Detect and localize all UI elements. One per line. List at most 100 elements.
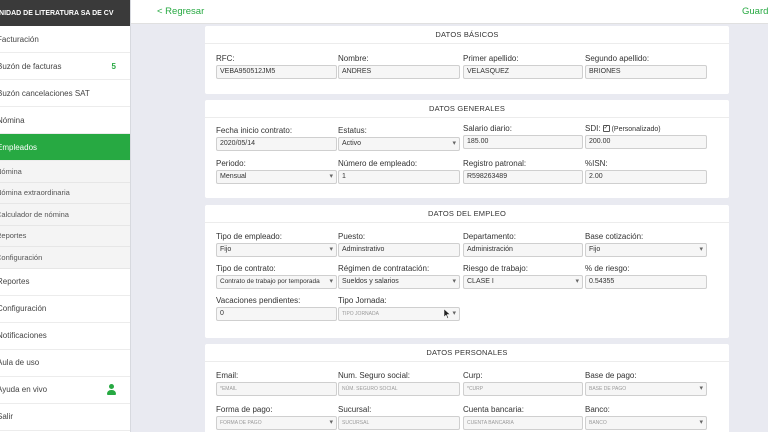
tipo-jornada-label: Tipo Jornada: — [338, 296, 387, 305]
forma-pago-select[interactable]: FORMA DE PAGO — [216, 416, 337, 430]
sidebar-item-label: Reportes — [0, 277, 30, 286]
departamento-field[interactable]: Administración — [463, 243, 583, 257]
puesto-label: Puesto: — [338, 232, 366, 241]
sidebar-item-buzon-cancelaciones[interactable]: Buzón cancelaciones SAT — [0, 80, 130, 107]
puesto-field[interactable]: Adminstrativo — [338, 243, 460, 257]
tipo-empleado-label: Tipo de empleado: — [216, 232, 282, 241]
primer-apellido-field[interactable]: VELASQUEZ — [463, 65, 583, 79]
sidebar-item-label: Salir — [0, 412, 14, 421]
sidebar-item-label: Notificaciones — [0, 331, 47, 340]
sidebar-item-salir[interactable]: Salir — [0, 404, 130, 431]
segundo-apellido-field[interactable]: BRIONES — [585, 65, 707, 79]
salario-diario-field[interactable]: 185.00 — [463, 135, 583, 149]
sidebar-item-label: Aula de uso — [0, 358, 40, 367]
sidebar-item-label: Empleados — [0, 142, 38, 152]
card-datos-basicos: DATOS BÁSICOS RFC: VEBA950512JM5 Nombre:… — [205, 26, 729, 94]
nombre-label: Nombre: — [338, 54, 369, 63]
rfc-field[interactable]: VEBA950512JM5 — [216, 65, 337, 79]
periodo-select[interactable]: Mensual — [216, 170, 337, 184]
card-datos-personales: DATOS PERSONALES Email: *EMAIL Num. Segu… — [205, 344, 729, 432]
base-cotizacion-select[interactable]: Fijo — [585, 243, 707, 257]
estatus-label: Estatus: — [338, 126, 367, 135]
porcentaje-riesgo-field[interactable]: 0.54355 — [585, 275, 707, 289]
tipo-jornada-select[interactable]: TIPO JORNADA — [338, 307, 460, 321]
registro-patronal-label: Registro patronal: — [463, 159, 527, 168]
curp-label: Curp: — [463, 371, 483, 380]
sidebar-item-nomina[interactable]: Nómina — [0, 107, 130, 134]
tipo-contrato-label: Tipo de contrato: — [216, 264, 276, 273]
nombre-field[interactable]: ANDRES — [338, 65, 460, 79]
section-title: DATOS DEL EMPLEO — [205, 205, 729, 223]
sdi-checkbox[interactable]: ✓ — [602, 125, 610, 133]
email-field[interactable]: *EMAIL — [216, 382, 337, 396]
sidebar-subitem-nomina[interactable]: Nómina — [0, 161, 130, 183]
banco-select[interactable]: BANCO — [585, 416, 707, 430]
sidebar-item-buzon-facturas[interactable]: Buzón de facturas 5 — [0, 53, 130, 80]
tipo-contrato-select[interactable]: Contrato de trabajo por temporada — [216, 275, 337, 289]
primer-apellido-label: Primer apellido: — [463, 54, 519, 63]
nss-label: Num. Seguro social: — [338, 371, 411, 380]
forma-pago-label: Forma de pago: — [216, 405, 273, 414]
porcentaje-riesgo-label: % de riesgo: — [585, 264, 630, 273]
sidebar-item-label: Facturación — [0, 34, 39, 44]
user-icon — [107, 384, 116, 395]
section-title: DATOS BÁSICOS — [205, 26, 729, 44]
count-badge: 5 — [111, 61, 116, 71]
curp-field[interactable]: *CURP — [463, 382, 583, 396]
sucursal-label: Sucursal: — [338, 405, 372, 414]
sdi-field[interactable]: 200.00 — [585, 135, 707, 149]
numero-empleado-field[interactable]: 1 — [338, 170, 460, 184]
sidebar-item-label: Nómina — [0, 115, 25, 125]
sidebar-item-label: Buzón de facturas — [0, 61, 62, 71]
fecha-inicio-label: Fecha inicio contrato: — [216, 126, 293, 135]
segundo-apellido-label: Segundo apellido: — [585, 54, 650, 63]
sidebar-item-reportes[interactable]: Reportes — [0, 269, 130, 296]
sidebar-subitem-calculador[interactable]: Calculador de nómina — [0, 204, 130, 226]
sidebar-subitem-nomina-extraordinaria[interactable]: Nómina extraordinaria — [0, 182, 130, 204]
mouse-cursor-icon — [444, 309, 451, 319]
card-datos-generales: DATOS GENERALES Fecha inicio contrato: 2… — [205, 100, 729, 198]
vacaciones-label: Vacaciones pendientes: — [216, 296, 301, 305]
sidebar-item-label: Configuración — [0, 304, 47, 313]
regimen-select[interactable]: Sueldos y salarios — [338, 275, 460, 289]
banco-label: Banco: — [585, 405, 610, 414]
registro-patronal-field[interactable]: R598263489 — [463, 170, 583, 184]
tipo-empleado-select[interactable]: Fijo — [216, 243, 337, 257]
departamento-label: Departamento: — [463, 232, 516, 241]
sdi-label: SDI: — [585, 124, 601, 133]
periodo-label: Periodo: — [216, 159, 246, 168]
sucursal-field[interactable]: SUCURSAL — [338, 416, 460, 430]
riesgo-trabajo-select[interactable]: CLASE I — [463, 275, 583, 289]
back-link[interactable]: < Regresar — [157, 6, 204, 17]
sidebar-item-configuracion[interactable]: Configuración — [0, 296, 130, 323]
isn-field[interactable]: 2.00 — [585, 170, 707, 184]
nss-field[interactable]: NÚM. SEGURO SOCIAL — [338, 382, 460, 396]
sidebar-item-label: Buzón cancelaciones SAT — [0, 88, 90, 98]
sidebar-item-ayuda[interactable]: Ayuda en vivo — [0, 377, 130, 404]
section-title: DATOS GENERALES — [205, 100, 729, 118]
sidebar-item-notificaciones[interactable]: Notificaciones — [0, 323, 130, 350]
cuenta-bancaria-field[interactable]: CUENTA BANCARIA — [463, 416, 583, 430]
company-name: UNIDAD DE LITERATURA SA DE CV — [0, 0, 130, 26]
save-button[interactable]: Guardar — [742, 6, 768, 17]
salario-diario-label: Salario diario: — [463, 124, 512, 133]
vacaciones-field[interactable]: 0 — [216, 307, 337, 321]
sidebar-item-empleados[interactable]: Empleados — [0, 134, 130, 161]
sidebar: UNIDAD DE LITERATURA SA DE CV Facturació… — [0, 0, 131, 432]
sidebar-item-facturacion[interactable]: Facturación — [0, 26, 130, 53]
section-title: DATOS PERSONALES — [205, 344, 729, 362]
fecha-inicio-field[interactable]: 2020/05/14 — [216, 137, 337, 151]
base-pago-label: Base de pago: — [585, 371, 637, 380]
email-label: Email: — [216, 371, 239, 380]
numero-empleado-label: Número de empleado: — [338, 159, 418, 168]
top-bar: < Regresar Guardar — [131, 0, 768, 24]
isn-label: %ISN: — [585, 159, 608, 168]
regimen-label: Régimen de contratación: — [338, 264, 430, 273]
estatus-select[interactable]: Activo — [338, 137, 460, 151]
cuenta-bancaria-label: Cuenta bancaria: — [463, 405, 524, 414]
sidebar-subitem-reportes[interactable]: Reportes — [0, 225, 130, 247]
base-pago-select[interactable]: BASE DE PAGO — [585, 382, 707, 396]
sidebar-item-aula[interactable]: Aula de uso — [0, 350, 130, 377]
sidebar-subitem-configuracion[interactable]: Configuración — [0, 247, 130, 269]
sdi-note: (Personalizado) — [611, 126, 661, 133]
